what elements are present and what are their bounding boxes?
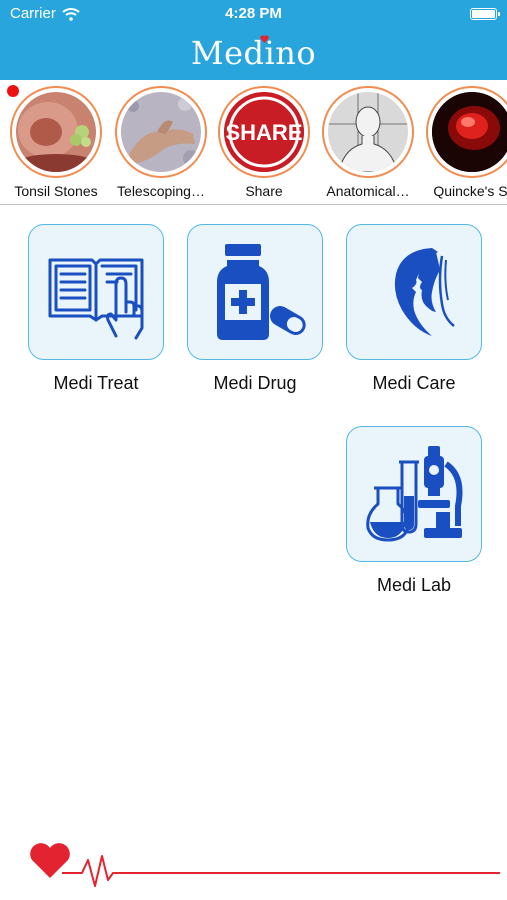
- story-quincke[interactable]: Quincke's Si: [419, 86, 507, 199]
- status-bar: Carrier 4:28 PM: [0, 0, 507, 28]
- heartbeat-line: [30, 843, 500, 887]
- hand-photo: [121, 92, 201, 172]
- tile-icon-box: [187, 224, 323, 360]
- tile-icon-box: [346, 224, 482, 360]
- tile-label: Medi Lab: [376, 575, 452, 595]
- throat-photo: [16, 92, 96, 172]
- tile-label: Medi Care: [372, 373, 456, 393]
- story-avatar: [10, 86, 102, 178]
- story-avatar: SHARE: [218, 86, 310, 178]
- heart-icon: [260, 35, 269, 43]
- story-telescoping[interactable]: Telescoping…: [108, 86, 214, 199]
- story-tonsil-stones[interactable]: Tonsil Stones: [3, 86, 109, 199]
- story-label: Share: [245, 183, 283, 199]
- story-avatar: [115, 86, 207, 178]
- app-title: Medino: [190, 34, 317, 72]
- anatomy-figure: [328, 92, 408, 172]
- tile-medi-lab[interactable]: Medi Lab: [346, 426, 482, 596]
- tile-icon-box: [28, 224, 164, 360]
- story-label: Tonsil Stones: [14, 183, 98, 199]
- story-avatar: [322, 86, 414, 178]
- medicine-bottle-icon: [217, 244, 306, 340]
- story-label: Anatomical…: [326, 183, 410, 199]
- app-header: Carrier 4:28 PM Medino: [0, 0, 507, 80]
- stories-carousel[interactable]: Tonsil Stones Telescoping… SHARE Share A…: [0, 80, 507, 205]
- tile-medi-care[interactable]: Medi Care: [346, 224, 482, 394]
- story-avatar: [426, 86, 507, 178]
- share-sign-text: SHARE: [225, 120, 302, 145]
- story-share[interactable]: SHARE Share: [211, 86, 317, 199]
- story-label: Quincke's Si: [433, 183, 507, 199]
- tile-medi-drug[interactable]: Medi Drug: [187, 224, 323, 394]
- tile-label: Medi Treat: [53, 373, 139, 393]
- share-sign: SHARE: [224, 92, 304, 172]
- face-silhouette-icon: [394, 248, 455, 336]
- battery-icon: [470, 8, 500, 20]
- microscope-icon: [366, 446, 463, 542]
- tile-label: Medi Drug: [213, 373, 297, 393]
- red-glow-photo: [432, 92, 507, 172]
- book-hand-icon: [48, 258, 144, 340]
- story-anatomical[interactable]: Anatomical…: [315, 86, 421, 199]
- story-label: Telescoping…: [117, 183, 205, 199]
- tile-icon-box: [346, 426, 482, 562]
- status-time: 4:28 PM: [225, 5, 282, 22]
- tile-medi-treat[interactable]: Medi Treat: [28, 224, 164, 394]
